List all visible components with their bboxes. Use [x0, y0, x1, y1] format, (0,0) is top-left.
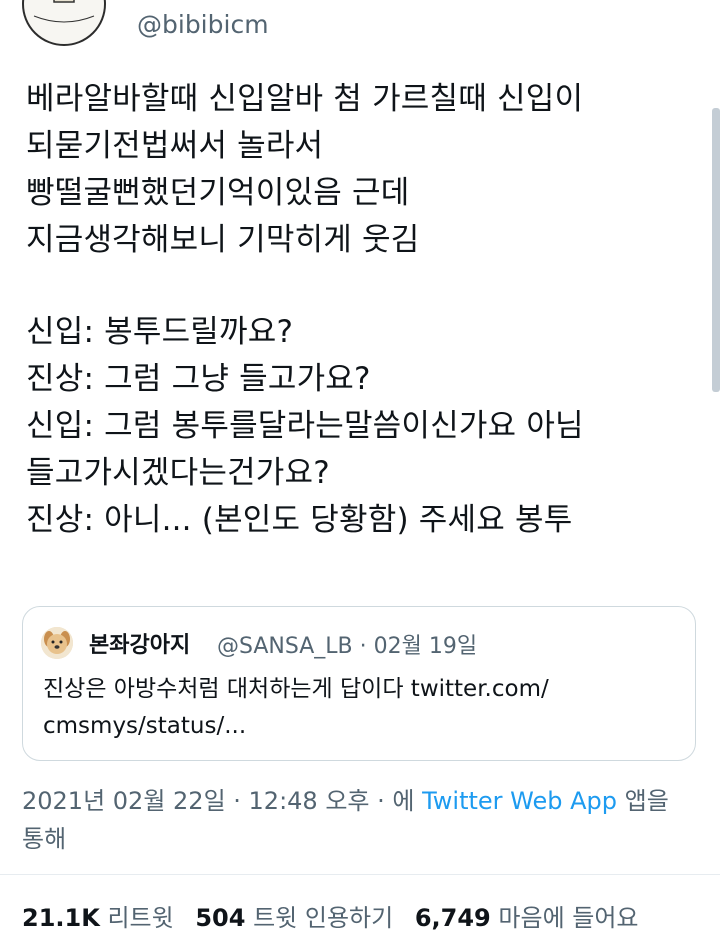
dog-avatar-icon — [41, 627, 73, 659]
quoted-text-link[interactable]: cmsmys/status/... — [43, 708, 683, 745]
tweet-timestamp: 2021년 02월 22일 · 12:48 오후 · 에 Twitter Web… — [22, 782, 712, 858]
quoted-author-avatar[interactable] — [41, 627, 73, 659]
tweet-line: 진상: 아니... (본인도 당황함) 주세요 봉투 — [26, 502, 573, 538]
tweet-line: 지금생각해보니 기막히게 웃김 — [26, 222, 420, 258]
tweet-stats: 21.1K 리트윗 504 트윗 인용하기 6,749 마음에 들어요 — [22, 898, 653, 933]
tweet-line: 신입: 그럼 봉투를달라는말씀이신가요 아님 — [26, 408, 584, 444]
likes-count: 6,749 — [414, 904, 491, 932]
tweet-line: 베라알바할때 신입알바 첨 가르칠때 신입이 — [26, 81, 584, 117]
quoted-author-meta: @SANSA_LB · 02월 19일 — [217, 628, 477, 660]
quotes-count: 504 — [195, 904, 246, 932]
tweet-datetime[interactable]: 2021년 02월 22일 · 12:48 오후 · 에 — [22, 787, 414, 815]
tweet-line: 들고가시겠다는건가요? — [26, 455, 330, 491]
quoted-author-name[interactable]: 본좌강아지 — [89, 627, 190, 659]
retweets-stat[interactable]: 21.1K 리트윗 — [22, 904, 181, 932]
quoted-tweet-card[interactable]: 본좌강아지 @SANSA_LB · 02월 19일 진상은 아방수처럼 대처하는… — [22, 606, 696, 761]
quoted-text-line: 진상은 아방수처럼 대처하는게 답이다 twitter.com/ — [43, 676, 549, 702]
avatar-illustration — [33, 0, 95, 23]
tweet-source-suffix: 앱을 — [624, 787, 669, 815]
author-avatar[interactable] — [22, 0, 106, 46]
retweets-count: 21.1K — [22, 904, 100, 932]
retweets-label: 리트윗 — [107, 904, 174, 932]
quotes-stat[interactable]: 504 트윗 인용하기 — [195, 904, 401, 932]
tweet-source-suffix2: 통해 — [22, 825, 67, 853]
author-handle[interactable]: @bibibicm — [137, 10, 269, 39]
separator-dot: · — [359, 634, 374, 659]
scrollbar[interactable] — [712, 108, 720, 392]
quoted-tweet-text: 진상은 아방수처럼 대처하는게 답이다 twitter.com/ cmsmys/… — [43, 671, 683, 745]
tweet-source-link[interactable]: Twitter Web App — [422, 787, 617, 815]
divider — [0, 874, 720, 875]
tweet-line: 빵떨굴뻔했던기억이있음 근데 — [26, 175, 410, 211]
tweet-line: 되묻기전법써서 놀라서 — [26, 128, 324, 164]
quotes-label: 트윗 인용하기 — [253, 904, 394, 932]
tweet-line: 진상: 그럼 그냥 들고가요? — [26, 361, 371, 397]
likes-stat[interactable]: 6,749 마음에 들어요 — [415, 904, 639, 932]
tweet-body: 베라알바할때 신입알바 첨 가르칠때 신입이 되묻기전법써서 놀라서 빵떨굴뻔했… — [26, 76, 716, 544]
quoted-author-handle[interactable]: @SANSA_LB — [217, 634, 353, 659]
tweet-line: 신입: 봉투드릴까요? — [26, 314, 294, 350]
likes-label: 마음에 들어요 — [498, 904, 639, 932]
quoted-date[interactable]: 02월 19일 — [374, 634, 477, 659]
